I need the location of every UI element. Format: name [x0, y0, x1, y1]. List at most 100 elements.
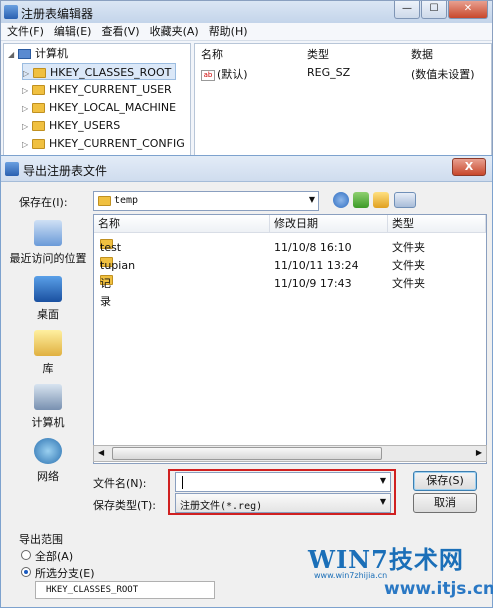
- radio-all[interactable]: [21, 550, 31, 560]
- network-icon: [34, 438, 62, 464]
- back-icon[interactable]: [333, 192, 349, 208]
- expand-icon[interactable]: ▷: [22, 82, 32, 99]
- dialog-close-button[interactable]: X: [452, 158, 486, 176]
- place-computer[interactable]: 计算机: [7, 384, 89, 430]
- place-network[interactable]: 网络: [7, 438, 89, 484]
- save-in-dropdown[interactable]: temp ▼: [93, 191, 319, 211]
- column-data-header[interactable]: 数据: [411, 46, 433, 62]
- column-type-header[interactable]: 类型: [307, 46, 329, 62]
- file-type: 文件夹: [392, 241, 425, 254]
- registry-values-list: 名称 类型 数据 ab (默认) REG_SZ (数值未设置): [194, 43, 492, 159]
- registry-title-bar[interactable]: 注册表编辑器 — ☐ ✕: [1, 1, 492, 23]
- registry-tree: ◢ 计算机 ▷ HKEY_CLASSES_ROOT ▷ HKEY_CURRENT_US…: [3, 43, 191, 159]
- save-in-value: temp: [114, 195, 139, 206]
- folder-icon: [33, 68, 46, 78]
- computer-icon: [34, 384, 62, 410]
- file-name: tupian: [100, 259, 136, 272]
- radio-selected-branch[interactable]: [21, 567, 31, 577]
- file-type: 文件夹: [392, 259, 425, 272]
- save-button[interactable]: 保存(S): [413, 471, 477, 491]
- column-type-header[interactable]: 类型: [388, 215, 486, 233]
- file-row[interactable]: tupian 11/10/11 13:24 文件夹: [94, 257, 486, 275]
- column-name-header[interactable]: 名称: [94, 215, 270, 233]
- menu-favorites[interactable]: 收藏夹(A): [150, 23, 199, 40]
- scrollbar-thumb[interactable]: [112, 447, 382, 460]
- expand-icon[interactable]: ▷: [22, 136, 32, 153]
- tree-item-hklm[interactable]: ▷ HKEY_LOCAL_MACHINE: [22, 99, 176, 116]
- radio-branch-label: 所选分支(E): [35, 567, 95, 580]
- registry-app-icon: [4, 5, 18, 19]
- file-list: 名称 修改日期 类型 test 11/10/8 16:10 文件夹 tupian…: [93, 214, 487, 464]
- folder-icon: [32, 103, 45, 113]
- tree-item-hku[interactable]: ▷ HKEY_USERS: [22, 117, 120, 134]
- menu-edit[interactable]: 编辑(E): [54, 23, 92, 40]
- menu-view[interactable]: 查看(V): [101, 23, 139, 40]
- collapse-icon[interactable]: ◢: [8, 46, 18, 63]
- chevron-down-icon[interactable]: ▼: [309, 195, 315, 204]
- watermark-url-small: www.win7zhijia.cn: [314, 571, 388, 580]
- cancel-button[interactable]: 取消: [413, 493, 477, 513]
- libraries-icon: [34, 330, 62, 356]
- file-row[interactable]: test 11/10/8 16:10 文件夹: [94, 239, 486, 257]
- file-name: test: [100, 241, 122, 254]
- recent-places-icon: [34, 220, 62, 246]
- radio-all-label: 全部(A): [35, 550, 74, 563]
- scroll-right-icon[interactable]: ▶: [476, 448, 482, 457]
- value-type: REG_SZ: [307, 66, 351, 79]
- export-range-label: 导出范围: [19, 533, 63, 546]
- horizontal-scrollbar[interactable]: ◀ ▶: [93, 445, 487, 462]
- dialog-title-bar[interactable]: 导出注册表文件 X: [1, 156, 492, 182]
- file-type: 文件夹: [392, 277, 425, 290]
- computer-icon: [18, 49, 31, 59]
- scroll-left-icon[interactable]: ◀: [98, 448, 104, 457]
- branch-path-field[interactable]: HKEY_CLASSES_ROOT: [35, 581, 215, 599]
- maximize-icon[interactable]: ☐: [421, 1, 447, 19]
- place-recent[interactable]: 最近访问的位置: [7, 220, 89, 266]
- dialog-title: 导出注册表文件: [23, 164, 108, 178]
- up-folder-icon[interactable]: [353, 192, 369, 208]
- file-modified: 11/10/11 13:24: [274, 259, 359, 272]
- tree-item-hkcr[interactable]: ▷ HKEY_CLASSES_ROOT: [22, 63, 177, 82]
- watermark: WIN7技术网 www.win7zhijia.cn www.itjs.cn: [300, 540, 493, 604]
- minimize-icon[interactable]: —: [394, 1, 420, 19]
- registry-app-icon: [5, 162, 19, 176]
- value-name[interactable]: ab (默认): [201, 66, 248, 82]
- menu-file[interactable]: 文件(F): [7, 23, 44, 40]
- expand-icon[interactable]: ▷: [22, 118, 32, 135]
- folder-icon: [98, 196, 111, 206]
- save-in-label: 保存在(I):: [19, 196, 68, 209]
- annotation-highlight-box: [168, 469, 396, 515]
- expand-icon[interactable]: ▷: [23, 65, 33, 82]
- folder-icon: [32, 139, 45, 149]
- tree-item-computer[interactable]: ◢ 计算机: [8, 45, 68, 62]
- file-modified: 11/10/8 16:10: [274, 241, 352, 254]
- menu-help[interactable]: 帮助(H): [209, 23, 248, 40]
- column-modified-header[interactable]: 修改日期: [270, 215, 388, 233]
- place-desktop[interactable]: 桌面: [7, 276, 89, 322]
- tree-item-hkcu[interactable]: ▷ HKEY_CURRENT_USER: [22, 81, 172, 98]
- watermark-brand: WIN7技术网: [308, 545, 464, 574]
- registry-menu-bar: 文件(F) 编辑(E) 查看(V) 收藏夹(A) 帮助(H): [1, 23, 492, 41]
- tree-item-hkcc[interactable]: ▷ HKEY_CURRENT_CONFIG: [22, 135, 185, 152]
- folder-icon: [32, 121, 45, 131]
- file-row[interactable]: 记录 11/10/9 17:43 文件夹: [94, 275, 486, 308]
- place-libraries[interactable]: 库: [7, 330, 89, 376]
- file-name: 记录: [100, 277, 111, 308]
- file-modified: 11/10/9 17:43: [274, 277, 352, 290]
- registry-editor-window: 注册表编辑器 — ☐ ✕ 文件(F) 编辑(E) 查看(V) 收藏夹(A) 帮助…: [0, 0, 493, 160]
- desktop-icon: [34, 276, 62, 302]
- string-value-icon: ab: [201, 69, 215, 81]
- column-name-header[interactable]: 名称: [201, 46, 223, 62]
- watermark-url-big: www.itjs.cn: [384, 579, 493, 599]
- close-icon[interactable]: ✕: [448, 1, 488, 19]
- new-folder-icon[interactable]: [373, 192, 389, 208]
- filename-label: 文件名(N):: [93, 477, 147, 490]
- expand-icon[interactable]: ▷: [22, 100, 32, 117]
- filetype-label: 保存类型(T):: [93, 499, 157, 512]
- value-data: (数值未设置): [411, 68, 475, 81]
- view-menu-icon[interactable]: [394, 192, 416, 208]
- places-bar: 最近访问的位置 桌面 库 计算机 网络: [7, 214, 89, 489]
- registry-title: 注册表编辑器: [21, 7, 94, 21]
- folder-icon: [32, 85, 45, 95]
- window-controls: — ☐ ✕: [394, 1, 488, 19]
